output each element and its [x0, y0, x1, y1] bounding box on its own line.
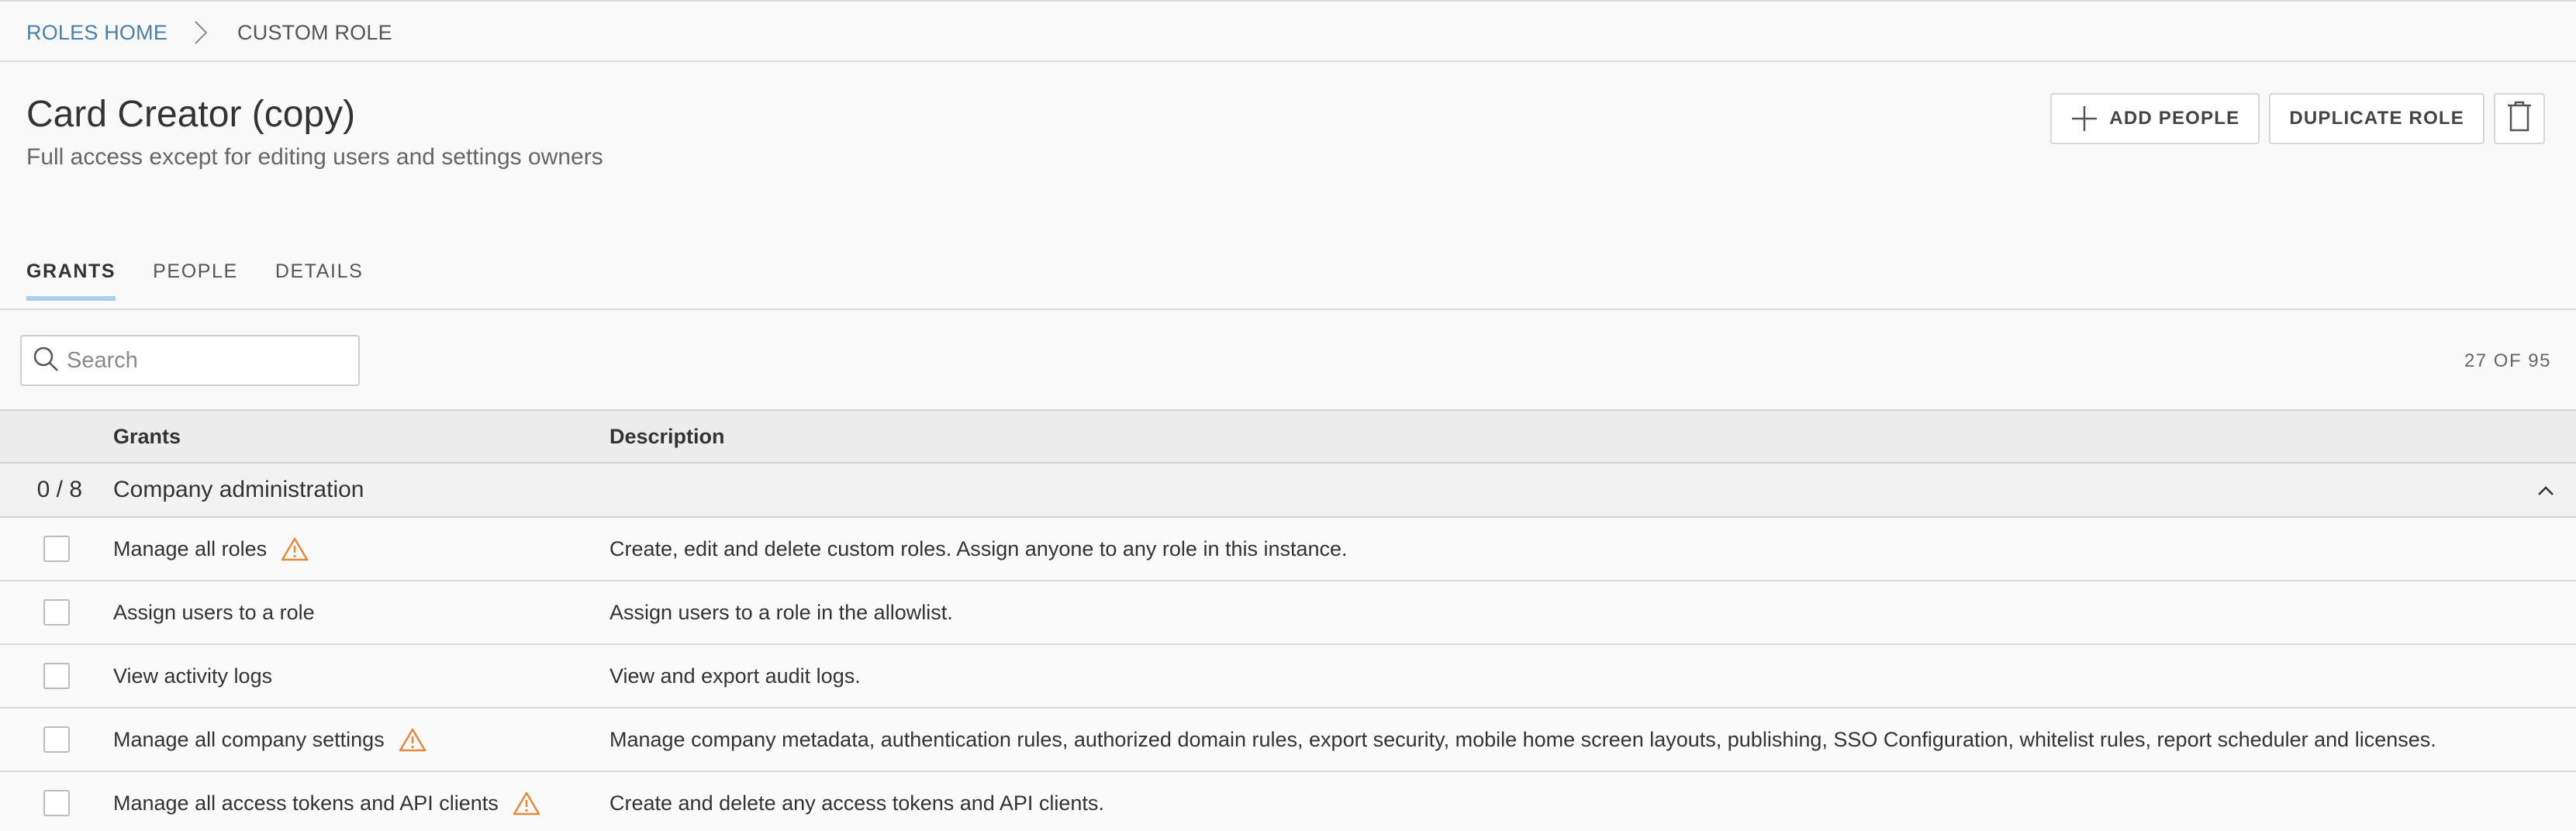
- table-row: Manage all company settings Manage compa…: [0, 709, 2576, 772]
- grant-cell: Manage all company settings: [113, 727, 609, 752]
- table-row: Assign users to a role Assign users to a…: [0, 581, 2576, 645]
- row-check-cell: [0, 790, 113, 816]
- grant-checkbox[interactable]: [43, 599, 70, 626]
- page-title: Card Creator (copy): [26, 94, 356, 135]
- grant-name: Manage all company settings: [113, 727, 385, 751]
- grant-description: Create, edit and delete custom roles. As…: [609, 536, 1348, 560]
- grant-cell: Assign users to a role: [113, 601, 609, 625]
- tab-bar: GRANTS PEOPLE DETAILS: [26, 248, 400, 301]
- table-header: Grants Description: [0, 409, 2576, 464]
- search-input[interactable]: [67, 347, 346, 374]
- row-check-cell: [0, 663, 113, 689]
- grants-table: Grants Description 0 / 8 Company adminis…: [0, 409, 2576, 831]
- plus-icon: [2070, 105, 2098, 133]
- warning-icon: [513, 791, 540, 815]
- header-grants: Grants: [113, 424, 181, 448]
- grant-name: Assign users to a role: [113, 600, 315, 624]
- page-subtitle: Full access except for editing users and…: [26, 144, 603, 170]
- table-row: View activity logs View and export audit…: [0, 645, 2576, 709]
- tab-details[interactable]: DETAILS: [275, 248, 364, 300]
- grant-description: Create and delete any access tokens and …: [609, 791, 1104, 815]
- header-description: Description: [609, 424, 725, 448]
- grant-checkbox[interactable]: [43, 726, 70, 753]
- grant-count: 27 OF 95: [2464, 350, 2551, 371]
- tab-grants[interactable]: GRANTS: [26, 248, 116, 301]
- grant-checkbox[interactable]: [43, 790, 70, 816]
- add-people-button[interactable]: ADD PEOPLE: [2050, 93, 2260, 144]
- table-row: Manage all roles Create, edit and delete…: [0, 518, 2576, 581]
- grant-checkbox[interactable]: [43, 663, 70, 689]
- duplicate-role-button[interactable]: DUPLICATE ROLE: [2269, 93, 2484, 144]
- row-check-cell: [0, 536, 113, 562]
- breadcrumb-roles-home[interactable]: ROLES HOME: [26, 21, 167, 45]
- table-row: Manage all access tokens and API clients…: [0, 772, 2576, 831]
- duplicate-role-label: DUPLICATE ROLE: [2289, 108, 2464, 129]
- breadcrumb-current: CUSTOM ROLE: [237, 20, 392, 44]
- grant-checkbox[interactable]: [43, 536, 70, 562]
- grant-name: Manage all access tokens and API clients: [113, 791, 499, 815]
- grant-cell: Manage all roles: [113, 536, 609, 561]
- warning-icon: [281, 536, 309, 561]
- chevron-up-icon[interactable]: [2534, 479, 2557, 502]
- search-icon: [33, 346, 59, 376]
- group-name: Company administration: [113, 477, 364, 502]
- group-row-company-administration[interactable]: 0 / 8 Company administration: [0, 464, 2576, 518]
- breadcrumb: ROLES HOME CUSTOM ROLE: [26, 3, 2576, 62]
- search-box: [20, 335, 360, 386]
- tabs-divider: [0, 309, 2576, 310]
- grant-description: View and export audit logs.: [609, 664, 861, 688]
- add-people-label: ADD PEOPLE: [2109, 108, 2240, 129]
- grant-cell: Manage all access tokens and API clients: [113, 791, 609, 815]
- chevron-right-icon: [180, 17, 222, 48]
- row-check-cell: [0, 726, 113, 753]
- grant-name: View activity logs: [113, 664, 273, 688]
- grant-name: Manage all roles: [113, 536, 268, 560]
- trash-icon: [2506, 101, 2533, 137]
- grant-cell: View activity logs: [113, 664, 609, 688]
- role-actions: ADD PEOPLE DUPLICATE ROLE: [2050, 93, 2545, 144]
- row-check-cell: [0, 599, 113, 626]
- warning-icon: [399, 727, 426, 752]
- breadcrumb-divider: [0, 60, 2576, 62]
- grant-description: Assign users to a role in the allowlist.: [609, 600, 953, 624]
- delete-role-button[interactable]: [2494, 93, 2545, 144]
- group-count: 0 / 8: [36, 477, 82, 502]
- tab-people[interactable]: PEOPLE: [153, 248, 238, 300]
- grant-description: Manage company metadata, authentication …: [609, 727, 2436, 751]
